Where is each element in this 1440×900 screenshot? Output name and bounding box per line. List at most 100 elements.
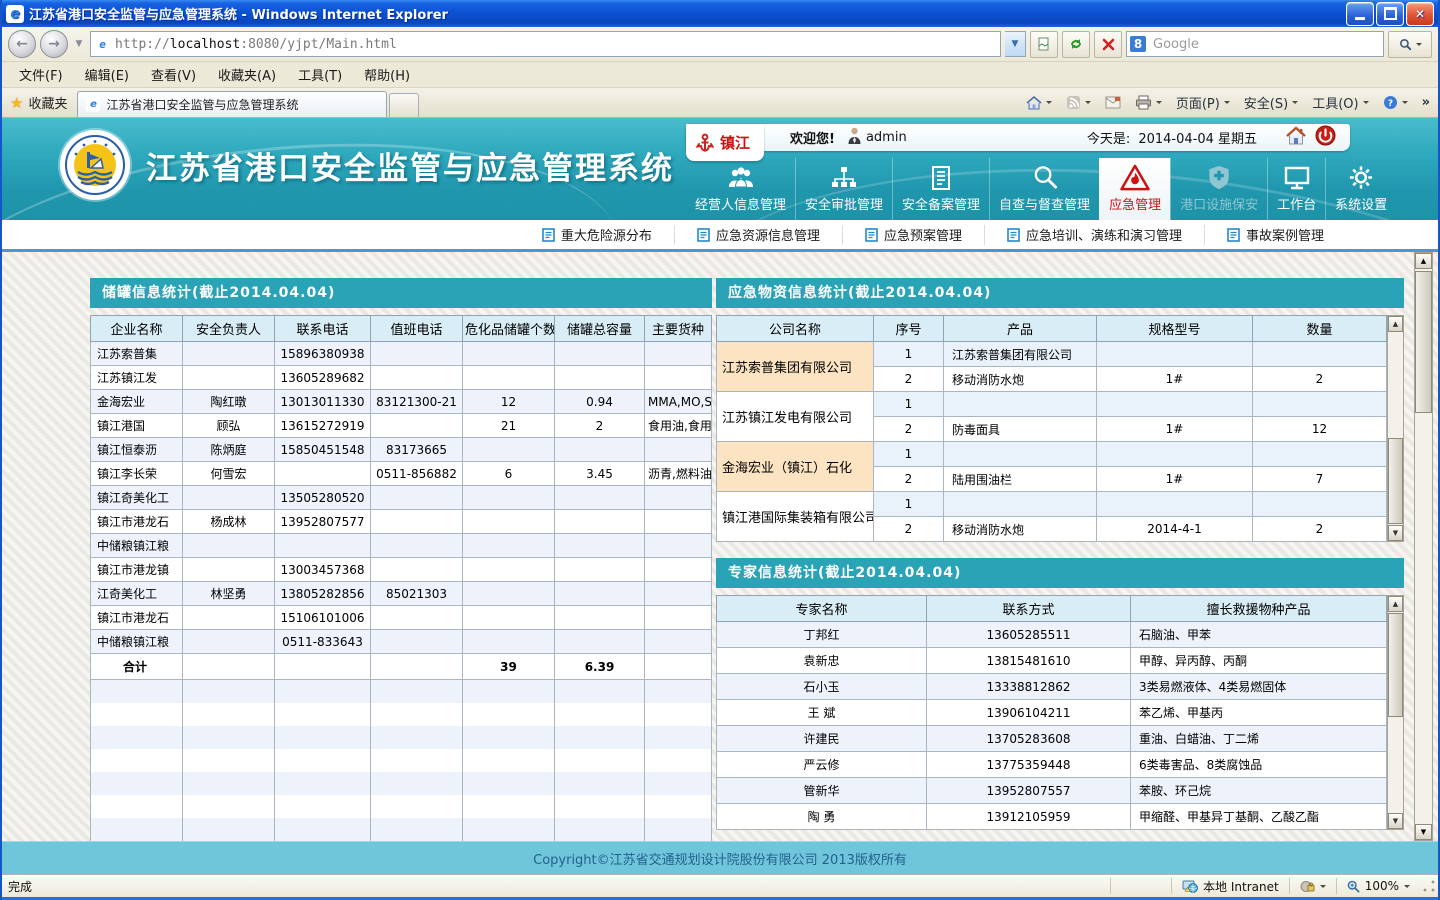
cell — [183, 534, 275, 558]
nav-item-operators[interactable]: 经营人信息管理 — [686, 158, 795, 220]
print-dropdown-icon[interactable] — [1156, 101, 1162, 104]
compatibility-view-button[interactable] — [1030, 31, 1058, 58]
nav-item-emergency[interactable]: 应急管理 — [1099, 158, 1170, 220]
menu-view[interactable]: 查看(V) — [140, 62, 207, 87]
tools-menu-button[interactable]: 工具(O) — [1306, 91, 1374, 114]
new-tab-stub[interactable] — [389, 93, 419, 117]
dropdown-icon[interactable] — [1404, 885, 1410, 888]
table-row: 许建民13705283608重油、白蜡油、丁二烯 — [717, 726, 1387, 752]
menu-favorites[interactable]: 收藏夹(A) — [207, 62, 287, 87]
back-button[interactable]: ← — [8, 30, 36, 58]
nav-item-inspection[interactable]: 自查与督查管理 — [989, 158, 1099, 220]
feeds-button[interactable] — [1060, 93, 1097, 112]
cell: 袁新忠 — [717, 648, 927, 674]
subnav-label: 应急培训、演练和演习管理 — [1026, 225, 1182, 244]
search-dropdown-icon[interactable] — [1416, 43, 1422, 46]
nav-item-port-security[interactable]: 港口设施保安 — [1170, 158, 1267, 220]
experts-scrollbar[interactable]: ▲ ▼ — [1387, 595, 1404, 830]
cell: 13605285511 — [927, 622, 1131, 648]
search-button[interactable] — [1388, 31, 1432, 58]
nav-item-settings[interactable]: 系统设置 — [1325, 158, 1396, 220]
print-button[interactable] — [1129, 93, 1168, 112]
tab-favicon-icon: e — [86, 98, 100, 112]
cell: 镇江李长荣 — [91, 462, 183, 486]
scroll-down-button[interactable]: ▼ — [1415, 824, 1432, 840]
cell — [371, 342, 463, 366]
cell — [645, 795, 712, 818]
cell — [555, 510, 645, 534]
tab-active[interactable]: e 江苏省港口安全监管与应急管理系统 — [77, 91, 387, 117]
document-icon — [929, 165, 953, 191]
scroll-up-button[interactable]: ▲ — [1388, 596, 1403, 612]
menu-edit[interactable]: 编辑(E) — [74, 62, 140, 87]
city-tab: 镇江 — [686, 124, 764, 161]
cell — [371, 486, 463, 510]
scroll-up-button[interactable]: ▲ — [1388, 316, 1403, 332]
scroll-thumb[interactable] — [1388, 613, 1403, 717]
scroll-thumb[interactable] — [1415, 271, 1432, 413]
nav-item-safety-record[interactable]: 安全备案管理 — [892, 158, 989, 220]
cell — [944, 492, 1097, 517]
subnav-plan-management[interactable]: 应急预案管理 — [842, 225, 984, 245]
ie-logo-icon: e — [6, 5, 24, 23]
url-dropdown-button[interactable]: ▼ — [1005, 31, 1026, 57]
zoom-control[interactable]: 100% — [1336, 878, 1420, 894]
subnav-accident-cases[interactable]: 事故案例管理 — [1204, 225, 1346, 245]
anchor-icon — [696, 133, 714, 153]
supplies-scrollbar[interactable]: ▲ ▼ — [1387, 315, 1404, 542]
scroll-up-button[interactable]: ▲ — [1415, 253, 1432, 269]
forward-button[interactable]: → — [40, 30, 68, 58]
subnav-hazard-distribution[interactable]: 重大危险源分布 — [520, 225, 674, 245]
feeds-dropdown-icon[interactable] — [1085, 101, 1091, 104]
subnav-resource-info[interactable]: 应急资源信息管理 — [674, 225, 842, 245]
nav-item-workbench[interactable]: 工作台 — [1267, 158, 1325, 220]
scroll-thumb[interactable] — [1388, 438, 1403, 524]
restore-button[interactable] — [1376, 2, 1404, 26]
cell: 何雪宏 — [183, 462, 275, 486]
history-dropdown-icon[interactable]: ▼ — [72, 39, 86, 49]
menu-file[interactable]: 文件(F) — [8, 62, 74, 87]
dropdown-icon[interactable] — [1320, 885, 1326, 888]
home-button[interactable] — [1020, 93, 1058, 112]
page-scrollbar[interactable]: ▲ ▼ — [1414, 252, 1433, 841]
favorites-button[interactable]: ★ 收藏夹 — [4, 89, 77, 117]
help-button[interactable]: ? — [1377, 93, 1414, 112]
page-menu-button[interactable]: 页面(P) — [1170, 91, 1236, 114]
minimize-button[interactable] — [1346, 2, 1374, 26]
table-row: 镇江市港龙镇13003457368 — [91, 558, 712, 582]
scroll-down-button[interactable]: ▼ — [1388, 813, 1403, 829]
close-button[interactable]: ✕ — [1406, 2, 1434, 26]
url-path: :8080/yjpt/Main.html — [240, 37, 397, 52]
logout-power-icon[interactable] — [1315, 125, 1336, 150]
form-icon — [1007, 228, 1020, 242]
search-box[interactable]: 8 — [1126, 31, 1384, 57]
nav-label: 经营人信息管理 — [695, 194, 786, 213]
stop-button[interactable] — [1094, 31, 1122, 58]
cell — [555, 366, 645, 390]
cell — [463, 486, 555, 510]
safety-menu-button[interactable]: 安全(S) — [1238, 91, 1304, 114]
chevron-more-icon[interactable]: » — [1416, 93, 1436, 112]
nav-item-safety-approval[interactable]: 安全审批管理 — [795, 158, 892, 220]
home-shortcut-icon[interactable] — [1285, 126, 1307, 150]
subnav-training-drill[interactable]: 应急培训、演练和演习管理 — [984, 225, 1204, 245]
home-dropdown-icon[interactable] — [1046, 101, 1052, 104]
cell: 6.39 — [555, 654, 645, 680]
cell: 13705283608 — [927, 726, 1131, 752]
search-input[interactable] — [1151, 36, 1380, 53]
protected-mode-button[interactable] — [1289, 878, 1336, 894]
cell — [463, 680, 555, 704]
cell — [555, 342, 645, 366]
menu-help[interactable]: 帮助(H) — [353, 62, 421, 87]
cell — [371, 749, 463, 772]
resize-grip[interactable] — [1422, 879, 1436, 893]
scroll-down-button[interactable]: ▼ — [1388, 525, 1403, 541]
menu-tools[interactable]: 工具(T) — [287, 62, 353, 87]
window-title: 江苏省港口安全监管与应急管理系统 - Windows Internet Expl… — [29, 4, 1346, 23]
refresh-button[interactable] — [1062, 31, 1090, 58]
cell: 石小玉 — [717, 674, 927, 700]
read-mail-button[interactable] — [1099, 94, 1127, 111]
cell — [555, 438, 645, 462]
table-row: 陶 勇13912105959甲缩醛、甲基异丁基酮、乙酸乙酯 — [717, 804, 1387, 830]
url-field[interactable]: e http://localhost:8080/yjpt/Main.html — [90, 31, 1001, 57]
